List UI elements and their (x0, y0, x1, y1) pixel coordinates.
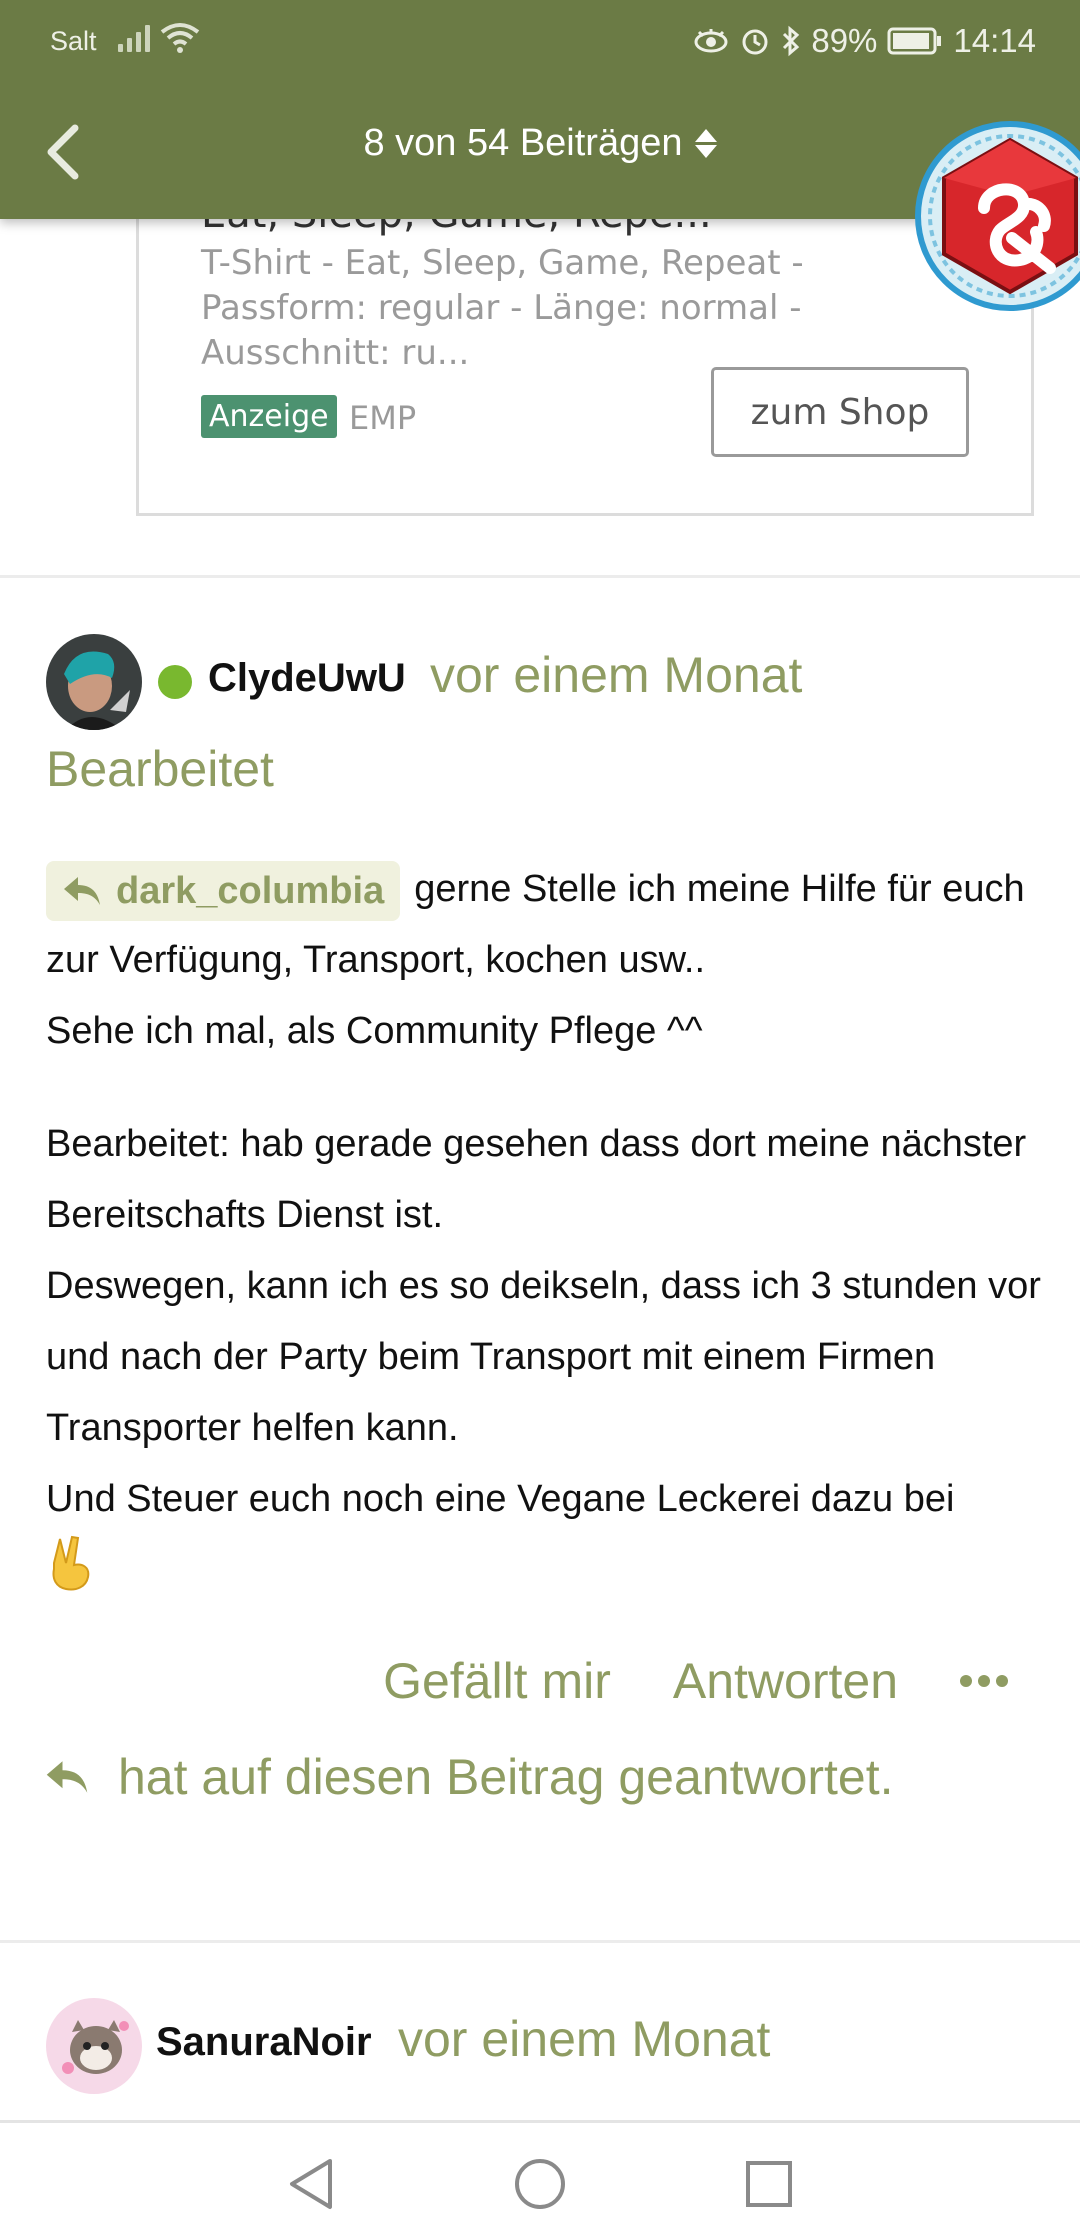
alarm-icon (742, 29, 768, 55)
system-navigation-bar (0, 2120, 1080, 2240)
system-back-button[interactable] (280, 2153, 342, 2215)
status-bar: Salt 89% 14:14 (0, 0, 1080, 82)
ad-badge: Anzeige (201, 395, 337, 438)
post-paragraph: Bearbeitet: hab gerade gesehen dass dort… (46, 1123, 1027, 1236)
post-body: dark_columbia gerne Stelle ich meine Hil… (46, 854, 1046, 1615)
ad-source: EMP (349, 399, 417, 437)
divider (0, 575, 1080, 578)
page-title: 8 von 54 Beiträgen (363, 122, 683, 164)
system-home-button[interactable] (509, 2153, 571, 2215)
post-timestamp[interactable]: vor einem Monat (430, 646, 802, 704)
post-paragraph: ✌ (46, 1535, 1046, 1615)
post-line: Und Steuer euch noch eine Vegane Leckere… (46, 1478, 955, 1520)
signal-icon (118, 24, 150, 52)
replied-note-text: hat auf diesen Beitrag geantwortet. (118, 1749, 894, 1805)
post-line: Sehe ich mal, als Community Pflege ^^ (46, 1010, 703, 1052)
post-actions: Gefällt mir Antworten (383, 1652, 1008, 1710)
divider (0, 1940, 1080, 1943)
bluetooth-icon (783, 25, 800, 57)
like-button[interactable]: Gefällt mir (383, 1652, 611, 1710)
reply-mention[interactable]: dark_columbia (46, 860, 401, 921)
system-recents-button[interactable] (738, 2153, 800, 2215)
reply-icon (64, 876, 100, 905)
status-icons: 89% 14:14 (693, 22, 1036, 60)
community-logo[interactable] (912, 118, 1080, 318)
ad-description: T-Shirt - Eat, Sleep, Game, Repeat - Pas… (201, 243, 804, 373)
circle-home-icon (515, 2159, 565, 2209)
post-author[interactable]: SanuraNoir (156, 2020, 372, 2065)
post-paragraph: Und Steuer euch noch eine Vegane Leckere… (46, 1464, 1046, 1535)
wifi-icon (160, 23, 200, 53)
replied-note[interactable]: hat auf diesen Beitrag geantwortet. (44, 1748, 894, 1806)
post-paragraph: dark_columbia gerne Stelle ich meine Hil… (46, 854, 1046, 996)
avatar[interactable] (46, 1998, 142, 2094)
square-recents-icon (746, 2161, 792, 2207)
battery-percent: 89% (811, 22, 878, 59)
battery-icon (887, 27, 942, 55)
carrier-label: Salt (50, 26, 97, 56)
triangle-back-icon (290, 2159, 332, 2209)
reply-icon (46, 1761, 88, 1793)
clock: 14:14 (953, 22, 1036, 59)
reply-button[interactable]: Antworten (673, 1652, 898, 1710)
more-options-icon[interactable] (960, 1675, 1008, 1687)
sort-icon (694, 129, 717, 158)
mention-username: dark_columbia (116, 869, 385, 912)
post-paragraph: Deswegen, kann ich es so deikseln, dass … (46, 1265, 1041, 1449)
avatar[interactable] (46, 634, 142, 730)
victory-hand-emoji: ✌ (46, 1535, 96, 1615)
eye-icon (694, 29, 728, 53)
online-status-dot (158, 665, 192, 699)
post-timestamp[interactable]: vor einem Monat (398, 2010, 770, 2068)
edited-label[interactable]: Bearbeitet (46, 740, 274, 798)
post-author[interactable]: ClydeUwU (208, 656, 406, 701)
shop-button[interactable]: zum Shop (711, 367, 969, 457)
